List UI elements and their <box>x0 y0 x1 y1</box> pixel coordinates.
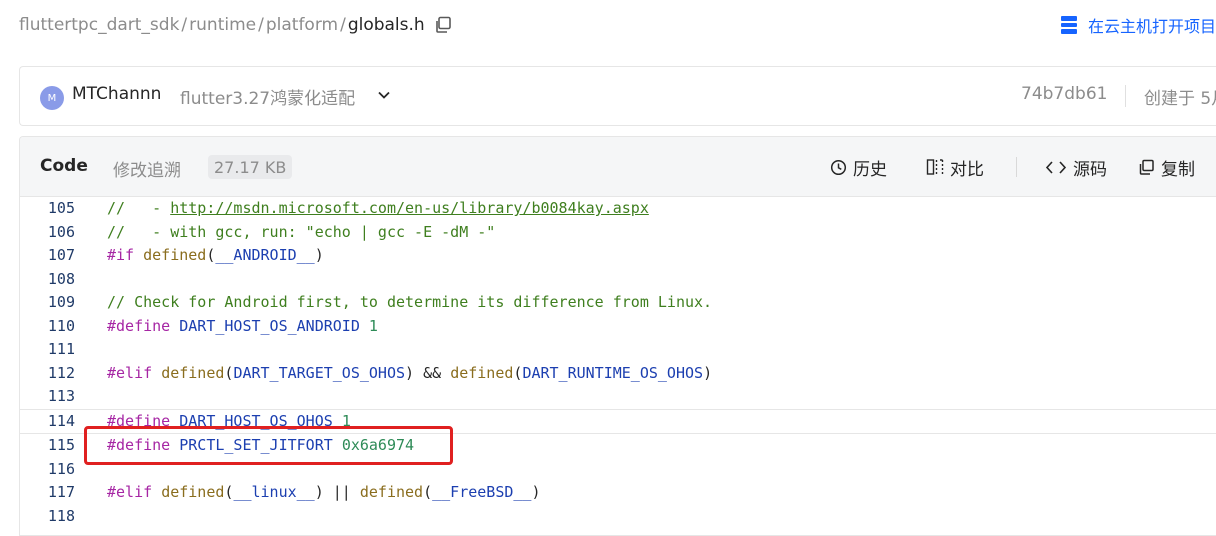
file-size-badge: 27.17 KB <box>208 155 293 179</box>
breadcrumb-separator: / <box>340 15 346 35</box>
breadcrumb: fluttertpc_dart_sdk / runtime / platform… <box>19 12 452 38</box>
code-text: #elif defined(__linux__) || defined(__Fr… <box>107 483 541 501</box>
line-number[interactable]: 116 <box>20 458 75 482</box>
code-text: #elif defined(DART_TARGET_OS_OHOS) && de… <box>107 363 713 382</box>
code-line: 109 // Check for Android first, to determ… <box>20 291 1216 315</box>
code-viewer-header: Code 修改追溯 27.17 KB 历史 对比 源码 复制 <box>20 137 1216 197</box>
breadcrumb-separator: / <box>258 15 264 35</box>
breadcrumb-current-file: globals.h <box>347 15 425 35</box>
code-line: 116 <box>20 458 1216 482</box>
breadcrumb-separator: / <box>181 15 188 35</box>
breadcrumb-item-runtime[interactable]: runtime <box>189 15 256 35</box>
code-text: #define DART_HOST_OS_OHOS 1 <box>107 411 351 430</box>
commit-message[interactable]: flutter3.27鸿蒙化适配 <box>180 84 355 109</box>
line-number[interactable]: 105 <box>20 197 75 221</box>
commit-hash[interactable]: 74b7db61 <box>1021 84 1107 104</box>
line-number[interactable]: 115 <box>20 434 75 458</box>
line-number[interactable]: 111 <box>20 338 75 362</box>
code-text: // - with gcc, run: "echo | gcc -E -dM -… <box>107 222 496 241</box>
copy-label: 复制 <box>1161 159 1195 180</box>
copy-icon[interactable] <box>434 16 452 34</box>
line-number[interactable]: 118 <box>20 505 75 529</box>
code-line: 111 <box>20 338 1216 362</box>
breadcrumb-item-repo[interactable]: fluttertpc_dart_sdk <box>19 15 179 35</box>
line-number[interactable]: 112 <box>20 362 75 386</box>
code-icon <box>1045 160 1067 174</box>
line-number[interactable]: 113 <box>20 385 75 409</box>
open-in-cloud-host-label: 在云主机打开项目 <box>1087 17 1216 36</box>
code-line: 105 // - http://msdn.microsoft.com/en-us/… <box>20 197 1216 221</box>
code-text: // - http://msdn.microsoft.com/en-us/lib… <box>107 199 649 217</box>
code-line: 107 #if defined(__ANDROID__) <box>20 244 1216 268</box>
history-label: 历史 <box>853 159 887 180</box>
open-in-cloud-host-button[interactable]: 在云主机打开项目 <box>1060 12 1216 38</box>
line-number[interactable]: 106 <box>20 221 75 245</box>
code-line: 117 #elif defined(__linux__) || defined(_… <box>20 481 1216 505</box>
code-line: 108 <box>20 268 1216 292</box>
latest-commit-bar: M MTChannn flutter3.27鸿蒙化适配 74b7db61 创建于… <box>19 66 1216 126</box>
line-number[interactable]: 117 <box>20 481 75 505</box>
compare-label: 对比 <box>950 159 984 180</box>
chevron-down-icon[interactable] <box>375 86 393 104</box>
avatar[interactable]: M <box>40 86 64 110</box>
code-line: 118 <box>20 505 1216 529</box>
tab-code[interactable]: Code <box>40 156 88 176</box>
compare-icon <box>926 159 944 175</box>
history-icon <box>830 159 847 175</box>
code-line: 115 #define PRCTL_SET_JITFORT 0x6a6974 <box>20 434 1216 458</box>
code-text: #define PRCTL_SET_JITFORT 0x6a6974 <box>107 436 415 454</box>
line-number[interactable]: 109 <box>20 291 75 315</box>
cloud-host-icon <box>1060 16 1077 35</box>
source-button[interactable]: 源码 <box>1045 155 1107 180</box>
tab-blame[interactable]: 修改追溯 <box>113 156 181 181</box>
line-number[interactable]: 108 <box>20 268 75 292</box>
code-line: 113 <box>20 385 1216 409</box>
code-lines: 105 // - http://msdn.microsoft.com/en-us/… <box>20 197 1216 528</box>
history-button[interactable]: 历史 <box>830 155 887 180</box>
code-line: 106 // - with gcc, run: "echo | gcc -E -d… <box>20 221 1216 245</box>
code-text: #define DART_HOST_OS_ANDROID 1 <box>107 316 378 335</box>
code-viewer: Code 修改追溯 27.17 KB 历史 对比 源码 复制 105 // - h… <box>19 136 1216 536</box>
line-number[interactable]: 114 <box>20 410 75 434</box>
code-line: 110 #define DART_HOST_OS_ANDROID 1 <box>20 315 1216 339</box>
commit-author[interactable]: MTChannn <box>72 84 161 104</box>
copy-code-button[interactable]: 复制 <box>1138 155 1195 180</box>
breadcrumb-item-platform[interactable]: platform <box>266 15 338 35</box>
copy-icon <box>1139 159 1154 175</box>
line-number[interactable]: 107 <box>20 244 75 268</box>
line-number[interactable]: 110 <box>20 315 75 339</box>
code-text: #if defined(__ANDROID__) <box>107 246 324 264</box>
commit-created-date: 创建于 5月 <box>1144 89 1216 109</box>
code-line: 114 #define DART_HOST_OS_OHOS 1 <box>20 408 1216 434</box>
divider <box>1016 157 1017 177</box>
compare-button[interactable]: 对比 <box>926 155 984 180</box>
code-line: 112 #elif defined(DART_TARGET_OS_OHOS) &&… <box>20 362 1216 386</box>
divider <box>1125 85 1126 107</box>
source-label: 源码 <box>1073 159 1107 180</box>
code-text: // Check for Android first, to determine… <box>107 293 713 311</box>
